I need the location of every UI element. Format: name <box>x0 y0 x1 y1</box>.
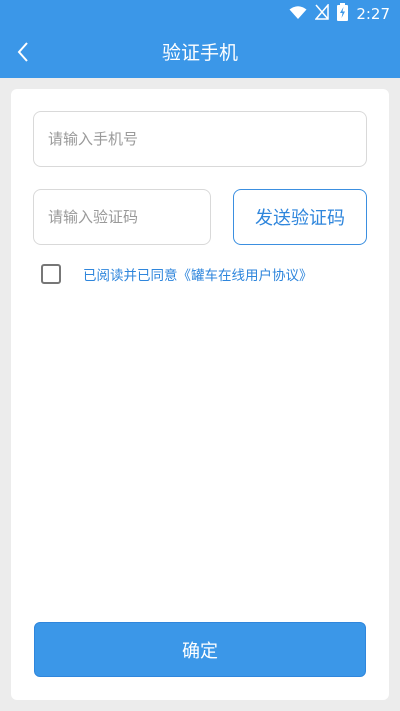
battery-charging-icon <box>337 3 349 25</box>
agreement-row: 已阅读并已同意《罐车在线用户协议》 <box>41 263 313 285</box>
status-icons: 2:27 <box>289 2 390 25</box>
form-card: 发送验证码 已阅读并已同意《罐车在线用户协议》 确定 <box>11 89 389 700</box>
wifi-icon <box>289 5 307 24</box>
chevron-left-icon <box>16 41 30 67</box>
phone-input[interactable] <box>33 111 367 167</box>
page-title: 验证手机 <box>161 42 238 64</box>
agreement-checkbox[interactable] <box>41 264 61 284</box>
verification-code-input[interactable] <box>33 189 211 245</box>
back-button[interactable] <box>6 37 40 71</box>
status-time: 2:27 <box>356 5 390 23</box>
confirm-button[interactable]: 确定 <box>34 622 366 677</box>
status-bar: 2:27 <box>0 0 400 28</box>
no-signal-icon <box>314 2 330 24</box>
app-bar: 验证手机 <box>0 28 400 78</box>
agreement-link[interactable]: 已阅读并已同意《罐车在线用户协议》 <box>83 264 313 284</box>
send-code-button[interactable]: 发送验证码 <box>233 189 367 245</box>
